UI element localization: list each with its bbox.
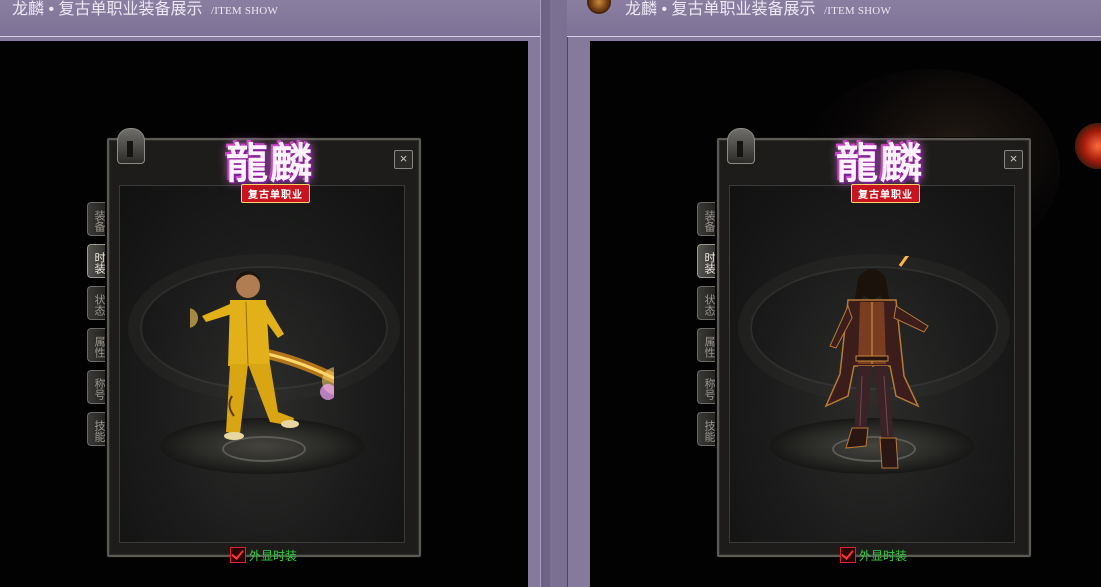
tab-attributes[interactable]: 属性 xyxy=(697,328,715,362)
tab-status[interactable]: 状态 xyxy=(697,286,715,320)
character-panel: × 装备 时装 状态 属性 称号 技能 外显时装 龍麟 复古单职业 xyxy=(87,128,421,563)
character-viewport: 外显时装 xyxy=(729,184,1015,563)
page-title: 龙麟 • 复古单职业装备展示 /ITEM SHOW xyxy=(625,0,891,19)
helmet-icon xyxy=(117,128,145,164)
page-title-text: 龙麟 • 复古单职业装备展示 xyxy=(12,1,203,18)
character-model xyxy=(178,256,350,486)
divider-right xyxy=(550,0,568,587)
tab-skills[interactable]: 技能 xyxy=(87,412,105,446)
game-logo-text: 龍麟 xyxy=(225,139,314,188)
tab-fashion[interactable]: 时装 xyxy=(87,244,105,278)
title-bar: 龙麟 • 复古单职业装备展示 /ITEM SHOW xyxy=(0,0,540,37)
showcase-stage: × 装备 时装 状态 属性 称号 技能 外显时装 龍麟 复古单职业 xyxy=(590,41,1101,587)
item-show-right: 龙麟 • 复古单职业装备展示 /ITEM SHOW × 装备 时装 状态 属性 … xyxy=(567,0,1101,587)
game-logo: 龍麟 复古单职业 xyxy=(805,122,955,214)
toggle-label: 外显时装 xyxy=(859,549,908,563)
side-tabs: 装备 时装 状态 属性 称号 技能 xyxy=(87,202,107,454)
game-logo: 龍麟 复古单职业 xyxy=(195,122,345,214)
pirate-captain-figure xyxy=(824,184,973,469)
tab-fashion[interactable]: 时装 xyxy=(697,244,715,278)
character-viewport: 外显时装 xyxy=(119,185,405,563)
orb-icon xyxy=(1075,123,1101,169)
page-subtitle: /ITEM SHOW xyxy=(823,5,892,17)
page-subtitle: /ITEM SHOW xyxy=(210,5,279,17)
page-title: 龙麟 • 复古单职业装备展示 /ITEM SHOW xyxy=(12,0,278,19)
showcase-stage: × 装备 时装 状态 属性 称号 技能 外显时装 龍麟 复古单职业 xyxy=(0,41,528,587)
tab-titles[interactable]: 称号 xyxy=(87,370,105,404)
title-bar: 龙麟 • 复古单职业装备展示 /ITEM SHOW xyxy=(567,0,1101,37)
tab-status[interactable]: 状态 xyxy=(87,286,105,320)
show-fashion-toggle[interactable]: 外显时装 xyxy=(230,547,297,565)
helmet-icon xyxy=(727,128,755,164)
character-panel: × 装备 时装 状态 属性 称号 技能 外显时装 龍麟 复古单职业 xyxy=(697,128,1031,563)
toggle-label: 外显时装 xyxy=(249,549,298,563)
game-logo-tag: 复古单职业 xyxy=(851,184,920,203)
side-tabs: 装备 时装 状态 属性 称号 技能 xyxy=(697,202,717,454)
emblem-icon xyxy=(589,0,609,12)
tab-equipment[interactable]: 装备 xyxy=(87,202,105,236)
close-button[interactable]: × xyxy=(394,150,413,169)
tab-skills[interactable]: 技能 xyxy=(697,412,715,446)
tab-titles[interactable]: 称号 xyxy=(697,370,715,404)
item-show-left: 龙麟 • 复古单职业装备展示 /ITEM SHOW × 装备 时装 状态 属性 … xyxy=(0,0,540,587)
tab-attributes[interactable]: 属性 xyxy=(87,328,105,362)
character-model xyxy=(800,184,973,486)
page-title-text: 龙麟 • 复古单职业装备展示 xyxy=(625,1,816,18)
close-button[interactable]: × xyxy=(1004,150,1023,169)
show-fashion-toggle[interactable]: 外显时装 xyxy=(840,547,907,565)
checkbox-checked-icon[interactable] xyxy=(230,547,246,563)
tab-equipment[interactable]: 装备 xyxy=(697,202,715,236)
checkbox-checked-icon[interactable] xyxy=(840,547,856,563)
game-logo-tag: 复古单职业 xyxy=(241,184,310,203)
game-logo-text: 龍麟 xyxy=(835,139,924,188)
yellow-fighter-figure xyxy=(178,271,350,440)
